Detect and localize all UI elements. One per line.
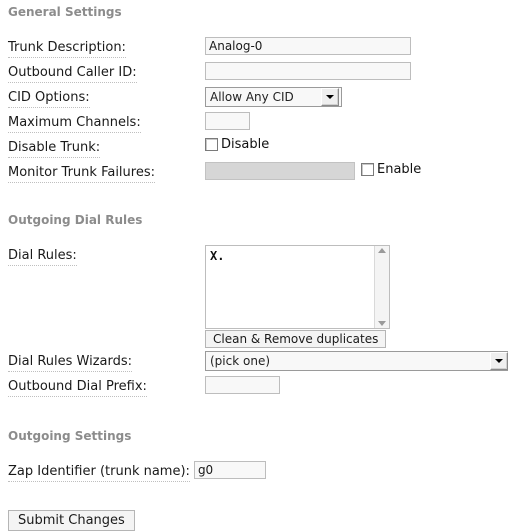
label-maximum-channels-text: Maximum Channels: bbox=[8, 114, 141, 133]
zap-identifier-input[interactable] bbox=[193, 461, 266, 479]
field-row-dial-rules: Dial Rules: X. Clean & Remove duplicates bbox=[0, 245, 508, 348]
label-disable-trunk: Disable Trunk: bbox=[8, 137, 205, 158]
field-row-dial-rules-wizards: Dial Rules Wizards: (pick one) bbox=[0, 351, 508, 372]
label-zap-identifier-text: Zap Identifier (trunk name): bbox=[8, 463, 190, 482]
field-cid-options: Allow Any CID bbox=[205, 87, 508, 107]
field-row-cid-options: CID Options: Allow Any CID bbox=[0, 87, 508, 108]
field-disable-trunk: Disable bbox=[205, 137, 508, 152]
label-dial-rules-wizards-text: Dial Rules Wizards: bbox=[8, 353, 133, 372]
cid-options-select[interactable]: Allow Any CID bbox=[205, 87, 342, 107]
label-zap-identifier: Zap Identifier (trunk name): bbox=[8, 461, 190, 482]
chevron-down-icon[interactable] bbox=[321, 88, 339, 106]
field-dial-rules-wizards: (pick one) bbox=[205, 351, 508, 371]
dial-rules-scrollbar[interactable] bbox=[374, 246, 389, 328]
cid-options-selected-value: Allow Any CID bbox=[210, 90, 294, 104]
scroll-up-arrow-icon[interactable] bbox=[378, 248, 386, 253]
label-dial-rules: Dial Rules: bbox=[8, 245, 205, 266]
label-outbound-caller-id: Outbound Caller ID: bbox=[8, 62, 205, 83]
maximum-channels-input[interactable] bbox=[205, 112, 250, 130]
label-outbound-dial-prefix-text: Outbound Dial Prefix: bbox=[8, 378, 147, 397]
label-maximum-channels: Maximum Channels: bbox=[8, 112, 205, 133]
monitor-trunk-failures-input bbox=[205, 162, 355, 180]
outbound-caller-id-input[interactable] bbox=[205, 62, 411, 80]
field-row-outbound-dial-prefix: Outbound Dial Prefix: bbox=[0, 376, 508, 397]
label-monitor-trunk-failures-text: Monitor Trunk Failures: bbox=[8, 164, 155, 183]
field-monitor-trunk-failures: Enable bbox=[205, 162, 508, 180]
field-outbound-caller-id bbox=[205, 62, 508, 80]
dial-rules-wizards-selected-value: (pick one) bbox=[210, 354, 271, 368]
field-row-monitor-trunk-failures: Monitor Trunk Failures: Enable bbox=[0, 162, 508, 183]
field-row-outbound-caller-id: Outbound Caller ID: bbox=[0, 62, 508, 83]
monitor-trunk-failures-checkbox-label: Enable bbox=[377, 162, 422, 177]
disable-trunk-checkbox-wrap[interactable]: Disable bbox=[205, 137, 269, 152]
outbound-dial-prefix-input[interactable] bbox=[205, 376, 280, 394]
scroll-down-arrow-icon[interactable] bbox=[378, 321, 386, 326]
section-heading-general: General Settings bbox=[8, 5, 122, 19]
chevron-down-icon[interactable] bbox=[490, 352, 508, 370]
field-maximum-channels bbox=[205, 112, 508, 130]
dial-rules-wizards-select[interactable]: (pick one) bbox=[205, 351, 508, 371]
trunk-settings-form: General Settings Trunk Description: Outb… bbox=[0, 0, 508, 531]
disable-trunk-checkbox[interactable] bbox=[205, 138, 218, 151]
disable-trunk-checkbox-label: Disable bbox=[221, 137, 270, 152]
monitor-trunk-failures-checkbox[interactable] bbox=[361, 163, 374, 176]
dial-rules-textarea[interactable]: X. bbox=[205, 245, 390, 329]
field-zap-identifier bbox=[193, 461, 508, 479]
label-dial-rules-wizards: Dial Rules Wizards: bbox=[8, 351, 205, 372]
field-row-zap-identifier: Zap Identifier (trunk name): bbox=[0, 461, 508, 482]
section-heading-dial-rules: Outgoing Dial Rules bbox=[8, 213, 143, 227]
label-outbound-caller-id-text: Outbound Caller ID: bbox=[8, 64, 137, 83]
field-row-disable-trunk: Disable Trunk: Disable bbox=[0, 137, 508, 158]
section-heading-outgoing: Outgoing Settings bbox=[8, 429, 132, 443]
label-cid-options-text: CID Options: bbox=[8, 89, 90, 108]
field-dial-rules: X. Clean & Remove duplicates bbox=[205, 245, 508, 348]
trunk-description-input[interactable] bbox=[205, 37, 411, 55]
dial-rules-textarea-value[interactable]: X. bbox=[206, 246, 374, 328]
label-cid-options: CID Options: bbox=[8, 87, 205, 108]
field-outbound-dial-prefix bbox=[205, 376, 508, 394]
label-trunk-description: Trunk Description: bbox=[8, 37, 205, 58]
submit-changes-button[interactable]: Submit Changes bbox=[8, 510, 135, 531]
label-dial-rules-text: Dial Rules: bbox=[8, 247, 77, 266]
field-trunk-description bbox=[205, 37, 508, 55]
field-row-trunk-description: Trunk Description: bbox=[0, 37, 508, 58]
label-disable-trunk-text: Disable Trunk: bbox=[8, 139, 101, 158]
label-trunk-description-text: Trunk Description: bbox=[8, 39, 126, 58]
clean-remove-duplicates-button[interactable]: Clean & Remove duplicates bbox=[205, 330, 387, 348]
monitor-trunk-failures-checkbox-wrap[interactable]: Enable bbox=[361, 162, 421, 177]
field-row-maximum-channels: Maximum Channels: bbox=[0, 112, 508, 133]
label-monitor-trunk-failures: Monitor Trunk Failures: bbox=[8, 162, 205, 183]
label-outbound-dial-prefix: Outbound Dial Prefix: bbox=[8, 376, 205, 397]
